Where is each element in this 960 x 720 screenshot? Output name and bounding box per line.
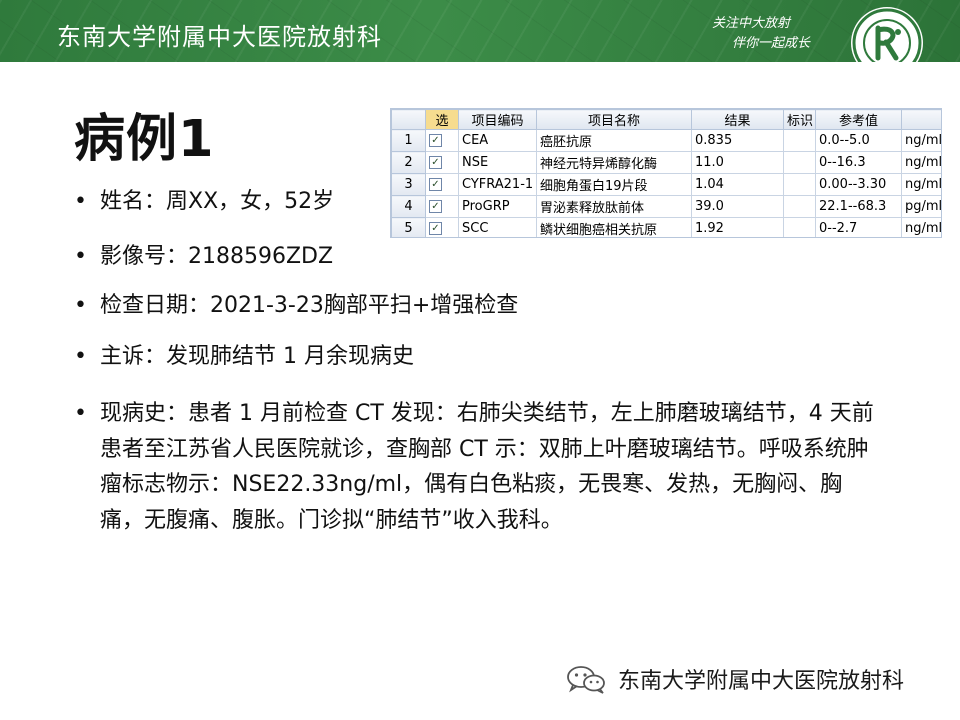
cell-code: CEA <box>458 129 537 152</box>
footer-account-name: 东南大学附属中大医院放射科 <box>618 669 905 694</box>
cell-unit: ng/ml <box>901 173 941 196</box>
row-checkbox[interactable]: ✓ <box>425 195 459 218</box>
checkbox-checked-icon[interactable]: ✓ <box>429 134 442 147</box>
cell-unit: pg/ml <box>901 195 941 218</box>
checkbox-checked-icon[interactable]: ✓ <box>429 156 442 169</box>
col-header-code[interactable]: 项目编码 <box>458 109 537 130</box>
cell-reference: 0.00--3.30 <box>815 173 902 196</box>
cell-code: ProGRP <box>458 195 537 218</box>
row-number: 4 <box>391 195 426 218</box>
cell-result: 0.835 <box>691 129 784 152</box>
wechat-icon <box>567 666 605 694</box>
row-number: 2 <box>391 151 426 174</box>
row-checkbox[interactable]: ✓ <box>425 129 459 152</box>
row-checkbox[interactable]: ✓ <box>425 217 459 237</box>
cell-flag <box>783 129 816 152</box>
cell-result: 11.0 <box>691 151 784 174</box>
department-title: 东南大学附属中大医院放射科 <box>57 23 382 51</box>
checkbox-checked-icon[interactable]: ✓ <box>429 200 442 213</box>
row-number: 5 <box>391 217 426 237</box>
cell-flag <box>783 217 816 237</box>
cell-unit: ng/ml <box>901 151 941 174</box>
col-header-flag[interactable]: 标识 <box>783 109 816 130</box>
table-row[interactable]: 5 ✓ SCC 鳞状细胞癌相关抗原 1.92 0--2.7 ng/ml <box>391 217 941 237</box>
cell-result: 1.92 <box>691 217 784 237</box>
col-header-index <box>391 109 426 130</box>
bullet-name: 姓名：周XX，女，52岁 <box>74 186 334 217</box>
table-row[interactable]: 1 ✓ CEA 癌胚抗原 0.835 0.0--5.0 ng/ml <box>391 129 941 152</box>
bullet-exam-date: 检查日期：2021-3-23胸部平扫+增强检查 <box>74 290 518 321</box>
bullet-chief-complaint: 主诉：发现肺结节 1 月余现病史 <box>74 341 414 372</box>
cell-name: 胃泌素释放肽前体 <box>536 195 692 218</box>
table-row[interactable]: 3 ✓ CYFRA21-1 细胞角蛋白19片段 1.04 0.00--3.30 … <box>391 173 941 196</box>
cell-unit: ng/ml <box>901 217 941 237</box>
col-header-unit[interactable]: 单位 <box>901 109 941 130</box>
table-row[interactable]: 4 ✓ ProGRP 胃泌素释放肽前体 39.0 22.1--68.3 pg/m… <box>391 195 941 218</box>
cell-name: 神经元特异烯醇化酶 <box>536 151 692 174</box>
row-number: 1 <box>391 129 426 152</box>
col-header-reference[interactable]: 参考值 <box>815 109 902 130</box>
cell-flag <box>783 195 816 218</box>
checkbox-checked-icon[interactable]: ✓ <box>429 222 442 235</box>
header-band: 东南大学附属中大医院放射科 关注中大放射 伴你一起成长 <box>0 0 960 62</box>
cell-reference: 0.0--5.0 <box>815 129 902 152</box>
row-checkbox[interactable]: ✓ <box>425 173 459 196</box>
table-row[interactable]: 2 ✓ NSE 神经元特异烯醇化酶 11.0 0--16.3 ng/ml <box>391 151 941 174</box>
case-title: 病例1 <box>74 110 215 169</box>
hospital-radiology-logo-icon <box>851 7 923 62</box>
slogan-line-2: 伴你一起成长 <box>732 36 811 51</box>
row-checkbox[interactable]: ✓ <box>425 151 459 174</box>
slogan-line-1: 关注中大放射 <box>712 16 791 31</box>
cell-reference: 22.1--68.3 <box>815 195 902 218</box>
table-header-row: 选 项目编码 项目名称 结果 标识 参考值 单位 <box>391 109 941 130</box>
bullet-present-history: 现病史：患者 1 月前检查 CT 发现：右肺尖类结节，左上肺磨玻璃结节，4 天前… <box>74 396 885 538</box>
cell-code: CYFRA21-1 <box>458 173 537 196</box>
cell-name: 鳞状细胞癌相关抗原 <box>536 217 692 237</box>
cell-unit: ng/ml <box>901 129 941 152</box>
tumor-marker-table: 选 项目编码 项目名称 结果 标识 参考值 单位 1 ✓ CEA 癌胚抗原 0.… <box>390 108 942 238</box>
col-header-select[interactable]: 选 <box>425 109 459 130</box>
cell-result: 1.04 <box>691 173 784 196</box>
cell-reference: 0--2.7 <box>815 217 902 237</box>
checkbox-checked-icon[interactable]: ✓ <box>429 178 442 191</box>
slogan: 关注中大放射 伴你一起成长 <box>712 14 832 54</box>
cell-name: 细胞角蛋白19片段 <box>536 173 692 196</box>
cell-result: 39.0 <box>691 195 784 218</box>
col-header-name[interactable]: 项目名称 <box>536 109 692 130</box>
cell-flag <box>783 151 816 174</box>
row-number: 3 <box>391 173 426 196</box>
cell-reference: 0--16.3 <box>815 151 902 174</box>
cell-flag <box>783 173 816 196</box>
cell-code: NSE <box>458 151 537 174</box>
bullet-image-number: 影像号：2188596ZDZ <box>74 241 333 272</box>
cell-name: 癌胚抗原 <box>536 129 692 152</box>
cell-code: SCC <box>458 217 537 237</box>
col-header-result[interactable]: 结果 <box>691 109 784 130</box>
